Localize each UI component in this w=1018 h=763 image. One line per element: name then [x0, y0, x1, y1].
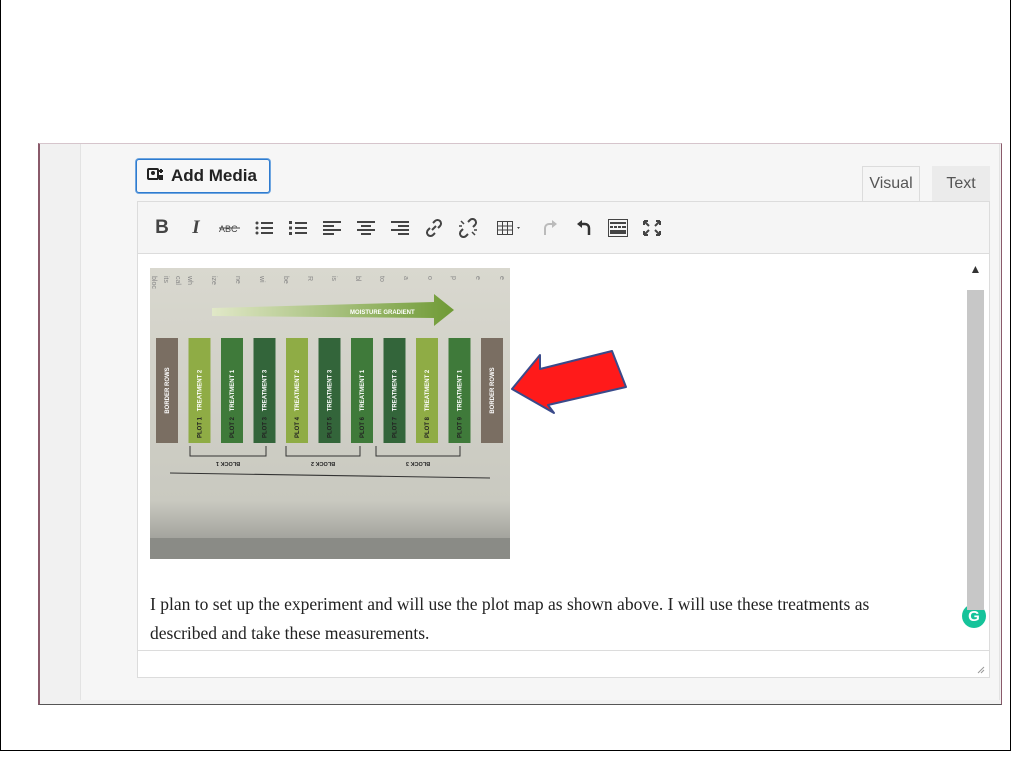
plot-label: PLOT 2: [230, 416, 236, 438]
insert-link-button[interactable]: [420, 214, 448, 242]
svg-text:bl: bl: [354, 276, 361, 282]
moisture-gradient-label: MOISTURE GRADIENT: [350, 310, 415, 316]
column-label: TREATMENT 1: [360, 369, 366, 411]
plot-label: PLOT 3: [263, 416, 269, 438]
block-label: BLOCK 1: [216, 460, 240, 466]
svg-text:be: be: [282, 276, 289, 284]
editor-status-bar: [137, 651, 990, 678]
svg-text:p: p: [450, 276, 457, 280]
svg-text:is: is: [330, 276, 337, 282]
tab-text[interactable]: Text: [932, 166, 990, 201]
editor-content-area[interactable]: bloc its cal wh ize ne wi be R is bl to …: [137, 254, 990, 651]
plot-label: PLOT 9: [458, 416, 464, 438]
bullet-list-button[interactable]: [250, 214, 278, 242]
column-label: TREATMENT 1: [458, 369, 464, 411]
link-icon: [425, 218, 443, 238]
column-label: TREATMENT 1: [230, 369, 236, 411]
scroll-up-arrow-icon[interactable]: ▲: [967, 260, 984, 277]
plot-label: PLOT 1: [198, 416, 204, 438]
table-button[interactable]: [490, 214, 530, 242]
svg-text:ABC: ABC: [219, 224, 238, 234]
svg-text:o: o: [426, 276, 433, 280]
align-center-icon: [357, 221, 375, 235]
align-right-icon: [391, 221, 409, 235]
align-left-icon: [323, 221, 341, 235]
remove-link-button[interactable]: [454, 214, 482, 242]
column-label: TREATMENT 3: [393, 369, 399, 411]
add-media-label: Add Media: [171, 166, 257, 185]
block-label: BLOCK 2: [311, 460, 335, 466]
fullscreen-icon: [643, 220, 661, 236]
svg-text:wi: wi: [258, 275, 265, 283]
column-label: TREATMENT 2: [198, 369, 204, 411]
media-icon: [147, 166, 165, 187]
annotation-arrow: [511, 350, 627, 414]
svg-text:wh: wh: [186, 275, 193, 285]
italic-button[interactable]: I: [182, 214, 210, 242]
add-media-button[interactable]: Add Media: [136, 159, 270, 193]
resize-handle-icon[interactable]: [976, 665, 985, 674]
unlink-icon: [458, 218, 478, 238]
column-label: TREATMENT 2: [425, 369, 431, 411]
table-icon: [497, 221, 520, 235]
align-right-button[interactable]: [386, 214, 414, 242]
bullet-list-icon: [255, 221, 273, 235]
svg-text:ne: ne: [234, 276, 241, 284]
scrollbar[interactable]: ▲: [967, 260, 984, 642]
strikethrough-button[interactable]: ABC: [216, 214, 244, 242]
svg-text:e: e: [498, 276, 505, 280]
plot-label: PLOT 8: [425, 416, 431, 438]
svg-text:a: a: [402, 276, 409, 280]
align-left-button[interactable]: [318, 214, 346, 242]
plot-label: PLOT 4: [295, 416, 301, 438]
svg-text:bloc: bloc: [150, 276, 157, 289]
bold-icon: B: [155, 217, 169, 238]
tab-visual[interactable]: Visual: [862, 166, 920, 201]
align-center-button[interactable]: [352, 214, 380, 242]
editor-panel: Add Media Visual Text B I ABC bloc its c…: [80, 144, 1000, 700]
editor-toolbar: B I ABC: [137, 201, 990, 254]
editor-screenshot: Add Media Visual Text B I ABC bloc its c…: [38, 143, 1002, 705]
svg-text:e: e: [474, 276, 481, 280]
plot-label: PLOT 7: [393, 416, 399, 438]
column-label: TREATMENT 3: [263, 369, 269, 411]
plot-map-photo[interactable]: bloc its cal wh ize ne wi be R is bl to …: [150, 268, 510, 559]
redo-icon: [544, 220, 557, 235]
column-label: TREATMENT 3: [328, 369, 334, 411]
numbered-list-icon: [289, 221, 307, 235]
column-label: BORDER ROWS: [490, 367, 496, 413]
italic-icon: I: [192, 217, 200, 238]
svg-text:its: its: [162, 276, 169, 284]
toolbar-toggle-button[interactable]: [604, 214, 632, 242]
scrollbar-thumb[interactable]: [967, 290, 984, 610]
plot-label: PLOT 5: [328, 416, 334, 438]
undo-icon: [577, 220, 591, 235]
column-label: TREATMENT 2: [295, 369, 301, 411]
undo-button[interactable]: [570, 214, 598, 242]
block-label: BLOCK 3: [406, 460, 430, 466]
plot-label: PLOT 6: [360, 416, 366, 438]
editor-body-text[interactable]: I plan to set up the experiment and will…: [150, 590, 930, 648]
keyboard-icon: [608, 219, 628, 237]
svg-text:ize: ize: [210, 276, 217, 285]
svg-text:to: to: [378, 276, 385, 282]
fullscreen-button[interactable]: [638, 214, 666, 242]
svg-text:R: R: [306, 276, 313, 281]
svg-text:cal: cal: [174, 276, 181, 285]
column-label: BORDER ROWS: [165, 367, 171, 413]
numbered-list-button[interactable]: [284, 214, 312, 242]
redo-button[interactable]: [536, 214, 564, 242]
bold-button[interactable]: B: [148, 214, 176, 242]
strikethrough-icon: ABC: [219, 224, 240, 234]
